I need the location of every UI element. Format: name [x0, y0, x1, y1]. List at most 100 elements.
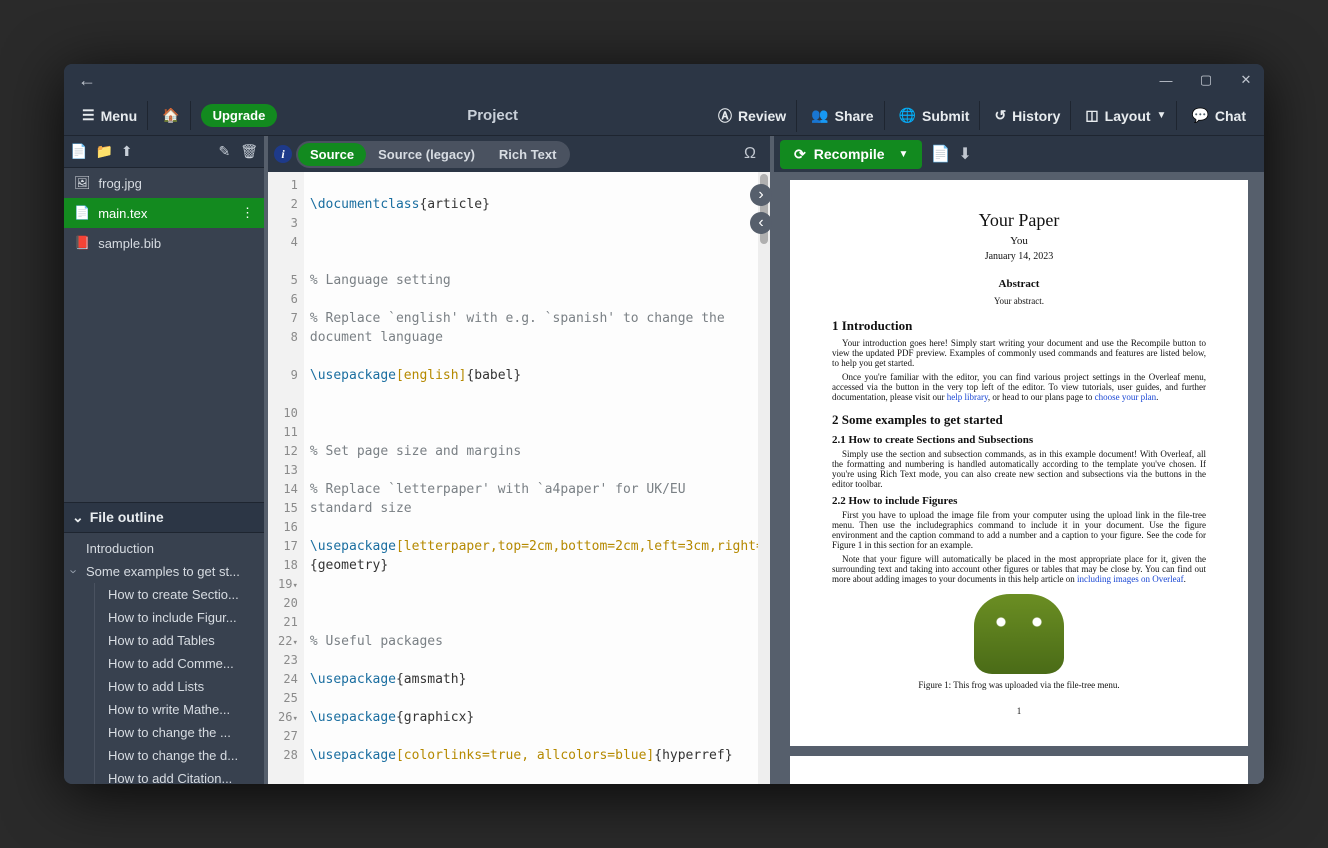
outline-header-label: File outline — [90, 509, 164, 525]
layout-icon: ◫ — [1085, 107, 1098, 124]
project-title[interactable]: Project — [281, 107, 704, 124]
file-icon: 📄 — [74, 205, 90, 221]
chat-icon: 💬 — [1191, 107, 1208, 124]
pdf-paragraph: Your introduction goes here! Simply star… — [832, 338, 1206, 368]
chevron-down-icon: ▼ — [899, 149, 909, 160]
new-file-icon[interactable]: 📄 — [70, 143, 87, 160]
file-label: sample.bib — [98, 236, 161, 251]
collapse-preview-icon[interactable]: ‹ — [750, 212, 772, 234]
pdf-subsection: 2.1 How to create Sections and Subsectio… — [832, 434, 1206, 446]
chat-label: Chat — [1215, 108, 1246, 124]
outline-item[interactable]: Introduction — [64, 537, 264, 560]
file-label: frog.jpg — [99, 176, 142, 191]
outline-header[interactable]: ⌄ File outline — [64, 502, 264, 533]
history-button[interactable]: ↺ History — [984, 101, 1071, 130]
code-editor[interactable]: 1234 5678 9 101112 1314151617 1819▾2021 … — [268, 172, 770, 784]
book-icon: 📕 — [74, 235, 90, 251]
tab-rich[interactable]: Rich Text — [487, 143, 569, 166]
outline-body: Introduction Some examples to get st... … — [64, 533, 264, 785]
editor-tabs: i Source Source (legacy) Rich Text Ω — [268, 136, 770, 172]
recompile-label: Recompile — [814, 146, 885, 162]
download-icon[interactable]: ⬇ — [958, 144, 971, 164]
outline-item[interactable]: How to change the d... — [64, 744, 264, 767]
pdf-section: 1 Introduction — [832, 318, 1206, 334]
review-button[interactable]: Ⓐ Review — [708, 100, 797, 132]
pdf-abstract: Your abstract. — [832, 296, 1206, 306]
upgrade-button[interactable]: Upgrade — [201, 104, 278, 127]
preview-pane: ⟳ Recompile ▼ 📄 ⬇ Your Paper You January… — [774, 136, 1264, 784]
file-main[interactable]: 📄 main.tex ⋮ — [64, 198, 264, 228]
logs-icon[interactable]: 📄 — [930, 144, 950, 164]
outline-item[interactable]: How to add Comme... — [64, 652, 264, 675]
pdf-link[interactable]: choose your plan — [1095, 392, 1156, 402]
pdf-page-number: 1 — [832, 706, 1206, 716]
pdf-abstract-heading: Abstract — [832, 278, 1206, 290]
file-tree: 🖼 frog.jpg 📄 main.tex ⋮ 📕 sample.bib — [64, 168, 264, 258]
history-icon: ↺ — [994, 107, 1006, 124]
code-content[interactable]: \documentclass{article} % Language setti… — [304, 172, 758, 784]
home-button[interactable]: 🏠 — [152, 101, 190, 130]
info-icon[interactable]: i — [274, 145, 292, 163]
edit-icon[interactable]: ✎ — [218, 143, 230, 160]
close-icon[interactable]: ✕ — [1236, 72, 1256, 88]
submit-icon: 🌐 — [899, 107, 916, 124]
sidebar: 📄 📁 ⬆ ✎ 🗑 🖼 frog.jpg 📄 main.tex ⋮ — [64, 136, 264, 784]
pdf-viewer[interactable]: Your Paper You January 14, 2023 Abstract… — [774, 172, 1264, 784]
chevron-down-icon: ▼ — [1157, 110, 1167, 121]
titlebar: ← — ▢ ✕ — [64, 64, 1264, 96]
collapse-editor-icon[interactable]: › — [750, 184, 772, 206]
recompile-button[interactable]: ⟳ Recompile ▼ — [780, 140, 922, 169]
pdf-page-1: Your Paper You January 14, 2023 Abstract… — [790, 180, 1248, 746]
chevron-down-icon: ⌄ — [72, 509, 84, 526]
kebab-icon[interactable]: ⋮ — [241, 205, 254, 221]
history-label: History — [1012, 108, 1060, 124]
submit-label: Submit — [922, 108, 969, 124]
frog-image — [974, 594, 1064, 674]
pdf-figure: Figure 1: This frog was uploaded via the… — [832, 594, 1206, 690]
new-folder-icon[interactable]: 📁 — [95, 143, 112, 160]
editor-pane: i Source Source (legacy) Rich Text Ω 123… — [268, 136, 770, 784]
file-frog[interactable]: 🖼 frog.jpg — [64, 168, 264, 198]
outline-item[interactable]: How to create Sectio... — [64, 583, 264, 606]
outline-item[interactable]: How to write Mathe... — [64, 698, 264, 721]
pdf-author: You — [832, 235, 1206, 247]
pdf-link[interactable]: including images on Overleaf — [1077, 574, 1184, 584]
file-sample[interactable]: 📕 sample.bib — [64, 228, 264, 258]
share-icon: 👥 — [811, 107, 828, 124]
menu-button[interactable]: ☰ Menu — [72, 101, 148, 130]
pdf-paragraph: Simply use the section and subsection co… — [832, 449, 1206, 489]
pdf-figure-caption: Figure 1: This frog was uploaded via the… — [918, 680, 1119, 690]
minimize-icon[interactable]: — — [1156, 73, 1176, 88]
outline-item[interactable]: How to change the ... — [64, 721, 264, 744]
app-window: ← — ▢ ✕ ☰ Menu 🏠 Upgrade Project Ⓐ Revie… — [64, 64, 1264, 784]
upload-icon[interactable]: ⬆ — [121, 143, 133, 160]
image-icon: 🖼 — [74, 175, 91, 191]
refresh-icon: ⟳ — [794, 146, 806, 163]
outline-item[interactable]: Some examples to get st... — [64, 560, 264, 583]
symbol-palette-icon[interactable]: Ω — [736, 145, 764, 163]
share-button[interactable]: 👥 Share — [801, 101, 884, 130]
outline-item[interactable]: How to add Lists — [64, 675, 264, 698]
outline-item[interactable]: How to add Tables — [64, 629, 264, 652]
chat-button[interactable]: 💬 Chat — [1181, 101, 1256, 130]
tab-source[interactable]: Source — [298, 143, 366, 166]
pdf-paragraph: First you have to upload the image file … — [832, 510, 1206, 550]
maximize-icon[interactable]: ▢ — [1196, 72, 1216, 88]
tab-legacy[interactable]: Source (legacy) — [366, 143, 487, 166]
delete-icon[interactable]: 🗑 — [240, 143, 258, 160]
pdf-link[interactable]: help library — [947, 392, 988, 402]
file-toolbar: 📄 📁 ⬆ ✎ 🗑 — [64, 136, 264, 168]
layout-button[interactable]: ◫ Layout ▼ — [1075, 101, 1177, 130]
submit-button[interactable]: 🌐 Submit — [889, 101, 981, 130]
outline-item[interactable]: How to add Citation... — [64, 767, 264, 785]
outline-item[interactable]: How to include Figur... — [64, 606, 264, 629]
line-gutter: 1234 5678 9 101112 1314151617 1819▾2021 … — [268, 172, 304, 784]
share-label: Share — [835, 108, 874, 124]
file-label: main.tex — [98, 206, 147, 221]
main-area: 📄 📁 ⬆ ✎ 🗑 🖼 frog.jpg 📄 main.tex ⋮ — [64, 136, 1264, 784]
layout-label: Layout — [1105, 108, 1151, 124]
pdf-paragraph: Once you're familiar with the editor, yo… — [832, 372, 1206, 402]
editor-scrollbar[interactable] — [758, 172, 770, 784]
back-arrow-icon[interactable]: ← — [78, 70, 96, 91]
review-icon: Ⓐ — [718, 106, 732, 126]
